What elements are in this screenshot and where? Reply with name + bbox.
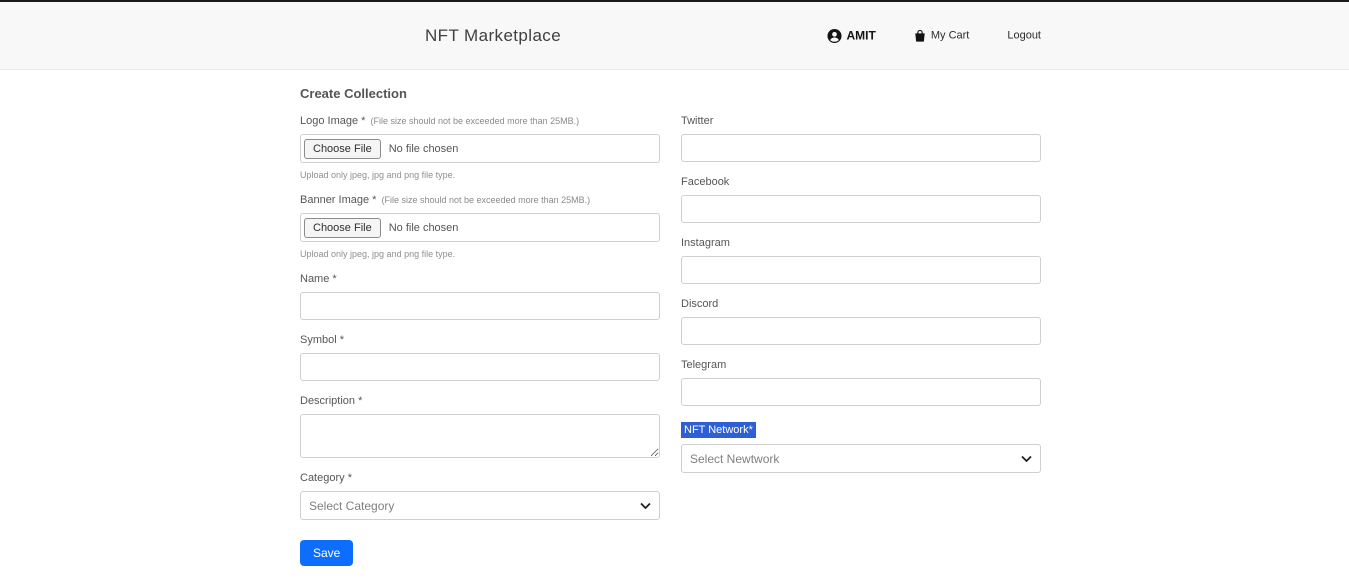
twitter-label: Twitter [681, 115, 1041, 127]
description-field: Description * [300, 395, 660, 458]
banner-file-input[interactable]: Choose File No file chosen [300, 213, 660, 242]
instagram-input[interactable] [681, 256, 1041, 284]
banner-help-text: Upload only jpeg, jpg and png file type. [300, 249, 660, 259]
top-navbar: NFT Marketplace AMIT My Cart Logout [0, 0, 1349, 70]
navbar-menu: AMIT My Cart Logout [827, 28, 1041, 43]
symbol-field: Symbol * [300, 334, 660, 381]
discord-field: Discord [681, 298, 1041, 345]
category-select[interactable]: Select Category [300, 491, 660, 520]
my-cart-label: My Cart [931, 30, 970, 42]
description-label: Description * [300, 395, 660, 407]
logo-file-input[interactable]: Choose File No file chosen [300, 134, 660, 163]
facebook-field: Facebook [681, 176, 1041, 223]
name-field: Name * [300, 273, 660, 320]
name-input[interactable] [300, 292, 660, 320]
nft-network-select[interactable]: Select Newtwork [681, 444, 1041, 473]
user-menu[interactable]: AMIT [827, 28, 876, 43]
instagram-label: Instagram [681, 237, 1041, 249]
discord-label: Discord [681, 298, 1041, 310]
create-collection-page: Create Collection Logo Image * (File siz… [0, 70, 1349, 566]
discord-input[interactable] [681, 317, 1041, 345]
logo-choose-file-button[interactable]: Choose File [304, 139, 381, 159]
symbol-input[interactable] [300, 353, 660, 381]
symbol-label: Symbol * [300, 334, 660, 346]
app-title: NFT Marketplace [425, 26, 561, 46]
twitter-field: Twitter [681, 115, 1041, 162]
page-title: Create Collection [300, 86, 1349, 101]
category-field: Category * Select Category [300, 472, 660, 520]
banner-choose-file-button[interactable]: Choose File [304, 218, 381, 238]
logout-link[interactable]: Logout [1007, 30, 1041, 42]
telegram-label: Telegram [681, 359, 1041, 371]
logo-image-label: Logo Image * [300, 115, 365, 127]
user-icon [827, 28, 842, 43]
logo-file-status: No file chosen [389, 143, 459, 155]
telegram-field: Telegram [681, 359, 1041, 406]
nft-network-field: NFT Network* Select Newtwork [681, 420, 1041, 473]
logout-label: Logout [1007, 30, 1041, 42]
logo-image-size-note: (File size should not be exceeded more t… [371, 116, 580, 126]
logo-image-field: Logo Image * (File size should not be ex… [300, 115, 660, 180]
facebook-input[interactable] [681, 195, 1041, 223]
cart-icon [914, 29, 926, 42]
banner-file-status: No file chosen [389, 222, 459, 234]
nft-network-label: NFT Network* [681, 422, 756, 438]
user-name: AMIT [847, 29, 876, 43]
facebook-label: Facebook [681, 176, 1041, 188]
instagram-field: Instagram [681, 237, 1041, 284]
description-textarea[interactable] [300, 414, 660, 458]
form-left-column: Logo Image * (File size should not be ex… [300, 115, 660, 566]
form-right-column: Twitter Facebook Instagram Discord Teleg… [681, 115, 1041, 487]
logo-help-text: Upload only jpeg, jpg and png file type. [300, 170, 660, 180]
name-label: Name * [300, 273, 660, 285]
twitter-input[interactable] [681, 134, 1041, 162]
save-button[interactable]: Save [300, 540, 353, 566]
my-cart-link[interactable]: My Cart [914, 29, 970, 42]
form: Logo Image * (File size should not be ex… [300, 115, 1349, 566]
telegram-input[interactable] [681, 378, 1041, 406]
banner-image-field: Banner Image * (File size should not be … [300, 194, 660, 259]
banner-image-size-note: (File size should not be exceeded more t… [382, 195, 591, 205]
banner-image-label: Banner Image * [300, 194, 376, 206]
category-label: Category * [300, 472, 660, 484]
